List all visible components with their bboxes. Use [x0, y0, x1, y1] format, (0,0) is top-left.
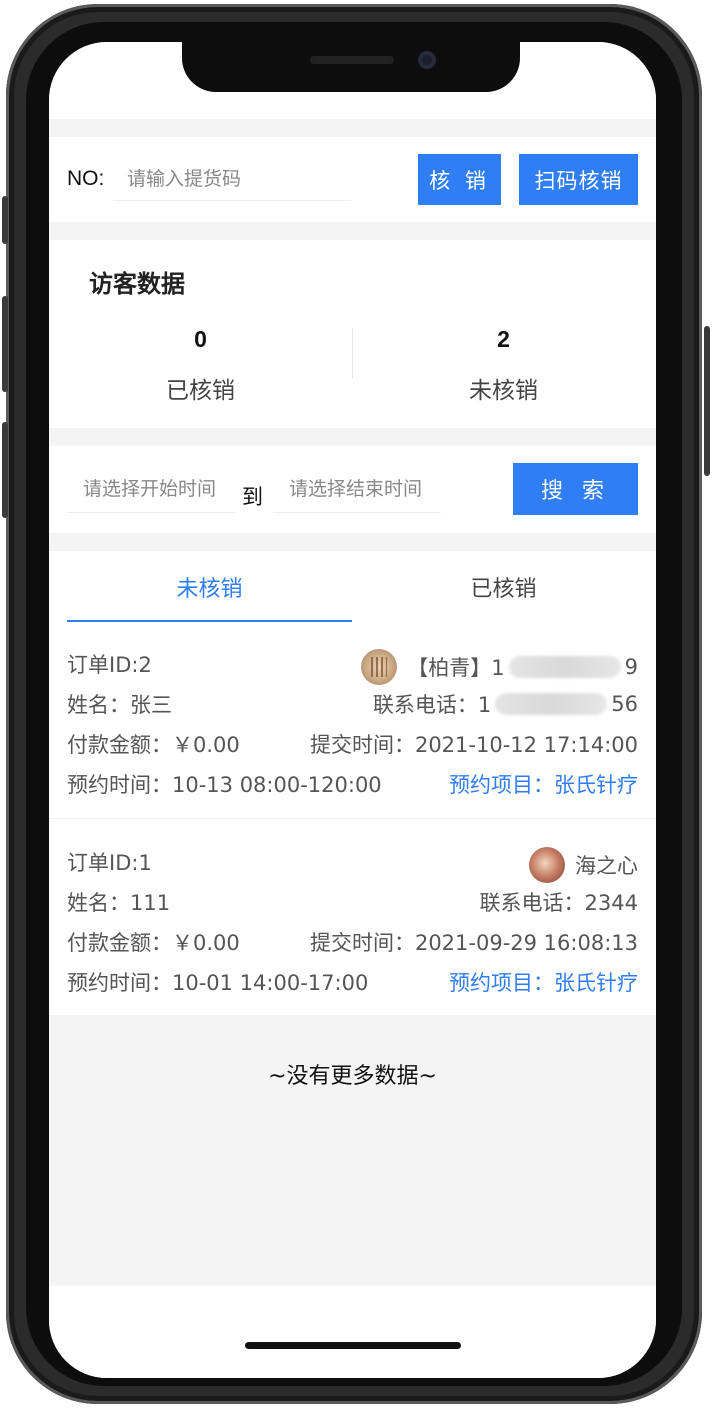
volume-down-button [2, 422, 8, 518]
start-date-input[interactable] [67, 466, 235, 513]
unverified-count: 2 [497, 326, 510, 352]
phone-label: 联系电话：1 [372, 693, 492, 717]
end-date-input[interactable] [273, 466, 441, 513]
visitor-stats-title: 访客数据 [89, 270, 185, 298]
booking-item-link[interactable]: 预约项目：张氏针疗 [449, 769, 638, 799]
phone-screen: NO: 核 销 扫码核销 访客数据 0 已核销 2 未核销 到 搜 索 未核销 … [49, 42, 656, 1378]
booking-item-link[interactable]: 预约项目：张氏针疗 [449, 967, 638, 997]
volume-up-button [2, 296, 8, 392]
order-user: 海之心 [529, 847, 638, 883]
redacted-mask [495, 693, 608, 715]
pickup-code-input[interactable] [113, 157, 351, 201]
redacted-mask [508, 656, 621, 678]
verified-stat: 0 已核销 [49, 326, 352, 405]
power-button [704, 326, 710, 476]
payment-amount: 付款金额：￥0.00 [67, 931, 240, 955]
scan-verify-button[interactable]: 扫码核销 [519, 154, 638, 205]
phone-tail: 56 [611, 692, 638, 716]
order-list-card: 未核销 已核销 订单ID:2 【柏青】1 9 姓名：张三 联系电话：1 56 付… [49, 551, 656, 1015]
to-label: 到 [242, 485, 263, 509]
user-name: 海之心 [575, 854, 638, 878]
user-avatar [529, 847, 565, 883]
verified-count: 0 [194, 326, 207, 352]
order-user: 【柏青】1 9 [361, 649, 638, 685]
payment-amount: 付款金额：￥0.00 [67, 733, 240, 757]
active-tab-indicator [67, 620, 352, 622]
submit-time: 提交时间：2021-10-12 17:14:00 [309, 733, 638, 757]
user-name: 【柏青】1 [407, 656, 505, 680]
phone: 联系电话：1 56 [373, 689, 638, 719]
tab-verified[interactable]: 已核销 [352, 571, 655, 603]
submit-time: 提交时间：2021-09-29 16:08:13 [309, 931, 638, 955]
booking-time: 预约时间：10-13 08:00-120:00 [67, 773, 382, 797]
verified-label: 已核销 [166, 378, 235, 404]
visitor-stats-card: 访客数据 0 已核销 2 未核销 [49, 240, 656, 428]
user-name-tail: 9 [624, 655, 638, 679]
unverified-label: 未核销 [469, 378, 538, 404]
order-item[interactable]: 订单ID:1 海之心 姓名：111 联系电话：2344 付款金额：￥0.00 提… [49, 837, 656, 1017]
speaker-grille [310, 56, 394, 64]
no-more-data-text: ~没有更多数据~ [268, 1064, 437, 1089]
unverified-stat: 2 未核销 [352, 326, 655, 405]
front-camera-icon [418, 51, 436, 69]
no-label: NO: [67, 167, 105, 190]
tab-unverified[interactable]: 未核销 [67, 571, 352, 603]
user-avatar [361, 649, 398, 685]
phone: 联系电话：2344 [479, 891, 638, 915]
bottom-area [49, 1286, 656, 1378]
customer-name: 姓名：张三 [67, 693, 172, 717]
order-id: 订单ID:1 [67, 851, 152, 875]
date-filter-row: 到 搜 索 [49, 446, 656, 533]
order-id: 订单ID:2 [67, 653, 152, 677]
home-indicator[interactable] [245, 1342, 461, 1349]
booking-time: 预约时间：10-01 14:00-17:00 [67, 971, 369, 995]
notch [182, 42, 520, 92]
customer-name: 姓名：111 [67, 891, 171, 915]
order-item[interactable]: 订单ID:2 【柏青】1 9 姓名：张三 联系电话：1 56 付款金额：￥0.0… [49, 639, 656, 819]
verify-row: NO: 核 销 扫码核销 [49, 137, 656, 222]
verify-button[interactable]: 核 销 [418, 154, 501, 205]
mute-switch [2, 196, 8, 244]
search-button[interactable]: 搜 索 [513, 463, 638, 515]
